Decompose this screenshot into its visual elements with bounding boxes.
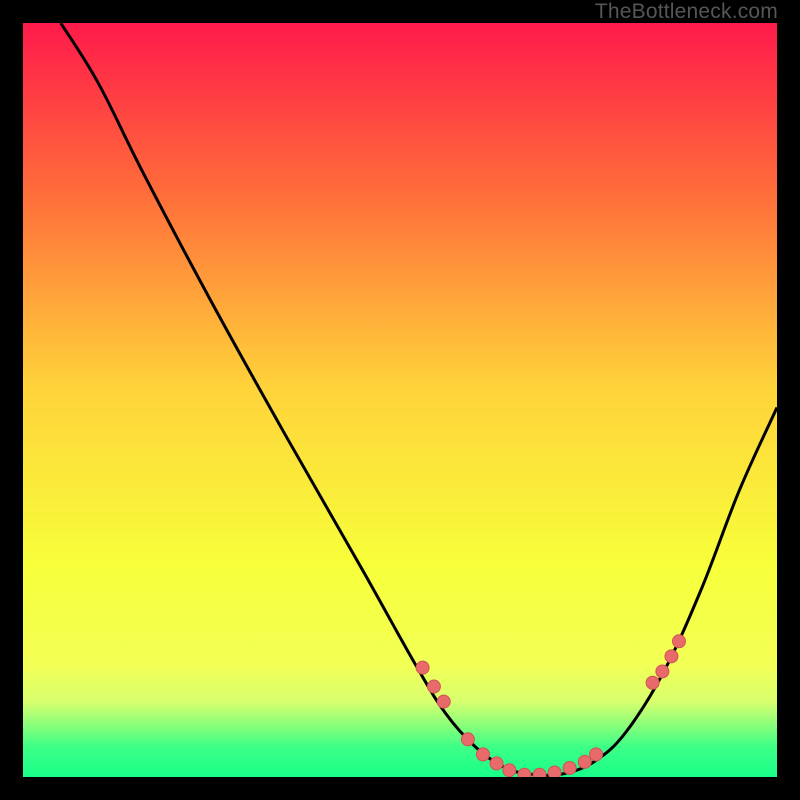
chart-svg: [23, 23, 777, 777]
gpu-marker: [590, 748, 603, 761]
gpu-marker: [427, 680, 440, 693]
gpu-marker: [656, 665, 669, 678]
gpu-marker: [665, 650, 678, 663]
gpu-marker: [533, 768, 546, 777]
chart-frame: [18, 18, 782, 782]
gradient-background: [23, 23, 777, 777]
watermark-label: TheBottleneck.com: [595, 0, 778, 24]
gpu-marker: [672, 635, 685, 648]
gpu-marker: [476, 748, 489, 761]
gpu-marker: [461, 733, 474, 746]
gpu-marker: [503, 764, 516, 777]
gpu-marker: [578, 755, 591, 768]
gpu-marker: [518, 768, 531, 777]
gpu-marker: [416, 661, 429, 674]
gpu-marker: [490, 757, 503, 770]
gpu-marker: [437, 695, 450, 708]
gpu-marker: [646, 676, 659, 689]
gpu-marker: [563, 761, 576, 774]
gpu-marker: [548, 766, 561, 777]
